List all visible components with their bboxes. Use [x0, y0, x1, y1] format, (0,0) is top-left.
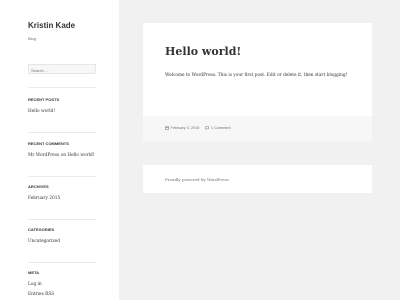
sidebar: Kristin Kade Blog RECENT POSTS Hello wor…: [0, 0, 119, 300]
post-date: February 3, 2015: [165, 126, 199, 130]
widget-meta: META Log in Entries RSS: [28, 270, 98, 297]
widget-divider: [28, 132, 96, 133]
widget-archives: ARCHIVES February 2015: [28, 184, 98, 201]
post-footer: February 3, 2015 1 Comment: [143, 116, 372, 141]
widget-recent-comments: RECENT COMMENTS Mr WordPress on Hello wo…: [28, 141, 98, 158]
post-comments-link[interactable]: 1 Comment: [211, 126, 231, 130]
widget-title: CATEGORIES: [28, 227, 55, 232]
comment-icon: [205, 126, 210, 130]
post-date-link[interactable]: February 3, 2015: [171, 126, 200, 130]
widget-title: RECENT POSTS: [28, 97, 60, 102]
widget-title: RECENT COMMENTS: [28, 141, 69, 146]
widget-categories: CATEGORIES Uncategorized: [28, 227, 98, 244]
comment-post-link[interactable]: Hello world!: [67, 153, 94, 158]
comment-author-link[interactable]: Mr WordPress: [28, 153, 59, 158]
widget-divider: [28, 262, 96, 263]
footer-credit-link[interactable]: Proudly powered by WordPress: [165, 177, 229, 182]
meta-link-login[interactable]: Log in: [28, 282, 98, 287]
calendar-icon: [165, 126, 169, 130]
post-meta: February 3, 2015 1 Comment: [165, 126, 231, 130]
post-comments: 1 Comment: [205, 126, 231, 130]
category-link[interactable]: Uncategorized: [28, 239, 98, 244]
widget-title: META: [28, 270, 40, 275]
post-title[interactable]: Hello world!: [165, 45, 241, 58]
site-title[interactable]: Kristin Kade: [28, 21, 75, 30]
recent-comment: Mr WordPress on Hello world!: [28, 153, 98, 158]
archive-link[interactable]: February 2015: [28, 196, 98, 201]
comment-connector: on: [60, 153, 66, 158]
widget-divider: [28, 176, 96, 177]
search-input[interactable]: [28, 64, 96, 74]
widget-divider: [28, 87, 96, 88]
post-card: Hello world! Welcome to WordPress. This …: [143, 23, 372, 141]
recent-post-link[interactable]: Hello world!: [28, 109, 98, 114]
site-footer: Proudly powered by WordPress: [143, 165, 372, 193]
site-description: Blog: [28, 36, 37, 41]
widget-title: ARCHIVES: [28, 184, 49, 189]
widget-recent-posts: RECENT POSTS Hello world!: [28, 97, 98, 114]
post-content: Welcome to WordPress. This is your first…: [165, 73, 348, 78]
widget-divider: [28, 219, 96, 220]
meta-link-entries-rss[interactable]: Entries RSS: [28, 292, 98, 297]
